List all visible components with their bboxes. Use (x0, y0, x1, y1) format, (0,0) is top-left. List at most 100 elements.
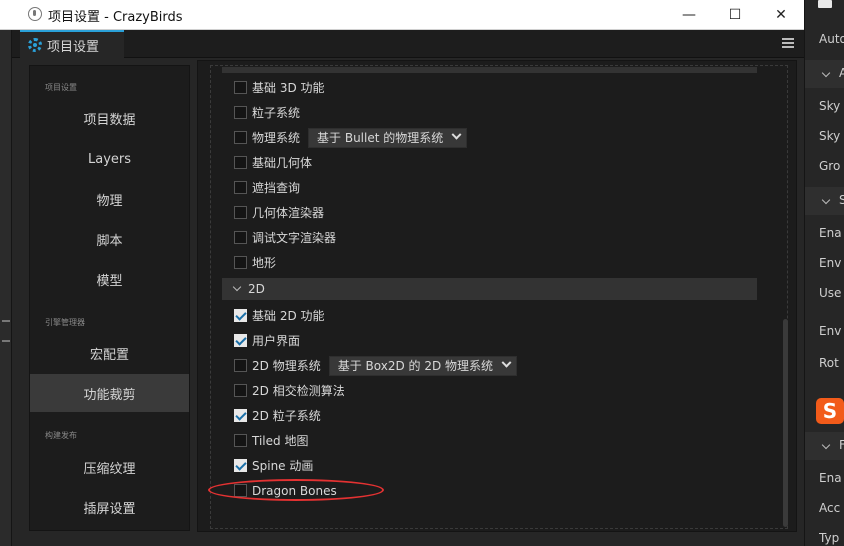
physics-backend-select[interactable]: 基于 Bullet 的物理系统 (308, 127, 468, 148)
feature-row: Tiled 地图 (234, 428, 308, 453)
checkbox[interactable] (234, 359, 247, 372)
checkbox[interactable] (234, 206, 247, 219)
gear-icon (28, 38, 42, 52)
sidebar-item-physics[interactable]: 物理 (30, 180, 189, 218)
inspector-section-header[interactable]: S (805, 187, 844, 215)
left-strip-mark (2, 340, 10, 342)
sidebar-item-scripts[interactable]: 脚本 (30, 220, 189, 258)
sidebar-item-layers[interactable]: Layers (30, 140, 189, 178)
checkbox[interactable] (234, 484, 247, 497)
feature-label: 2D 物理系统 (252, 359, 321, 373)
feature-row: 用户界面 (234, 328, 300, 353)
sidebar-item-feature-crop[interactable]: 功能裁剪 (30, 374, 189, 412)
app-icon (28, 7, 42, 21)
project-settings-window: 项目设置 - CrazyBirds — ☐ ✕ 项目设置 项目设置 项目数据 L… (0, 0, 816, 546)
inspector-header-text: A (839, 66, 844, 80)
checkbox[interactable] (234, 334, 247, 347)
chevron-down-icon (451, 129, 462, 140)
maximize-button[interactable]: ☐ (712, 0, 758, 30)
window-title: 项目设置 - CrazyBirds (48, 10, 183, 25)
feature-row: 几何体渲染器 (234, 200, 324, 225)
checkbox[interactable] (234, 459, 247, 472)
section-header-2d[interactable]: 2D (222, 278, 757, 300)
checkbox[interactable] (234, 81, 247, 94)
inspector-section-header[interactable]: F (805, 432, 844, 460)
feature-row: 基础 2D 功能 (234, 303, 325, 328)
inspector-header-text: F (839, 438, 844, 452)
inspector-header-text: S (839, 193, 844, 207)
feature-row: 2D 粒子系统 (234, 403, 321, 428)
inspector-label: Rot (819, 356, 839, 370)
checkbox[interactable] (234, 181, 247, 194)
scrollbar[interactable] (783, 319, 788, 527)
title-bar[interactable]: 项目设置 - CrazyBirds — ☐ ✕ (0, 0, 816, 30)
feature-label: 2D 粒子系统 (252, 409, 321, 423)
feature-label: 调试文字渲染器 (252, 231, 337, 245)
feature-label: 几何体渲染器 (252, 206, 325, 220)
left-strip-mark (2, 320, 10, 322)
feature-row: 地形 (234, 250, 276, 275)
inspector-label: Sky (819, 99, 841, 113)
inspector-strip: Auto A Sky Sky Gro S Ena Env Use Env Rot… (804, 0, 844, 546)
inspector-label: Auto (819, 32, 844, 46)
sidebar-item-splash-settings[interactable]: 插屏设置 (30, 488, 189, 526)
editor-left-strip (0, 30, 12, 546)
checkbox[interactable] (234, 231, 247, 244)
physics-2d-backend-select[interactable]: 基于 Box2D 的 2D 物理系统 (328, 355, 518, 376)
feature-row: 遮挡查询 (234, 175, 300, 200)
chevron-down-icon (821, 195, 831, 205)
feature-label: 2D 相交检测算法 (252, 384, 345, 398)
inspector-label: Sky (819, 129, 841, 143)
sidebar-item-project-data[interactable]: 项目数据 (30, 99, 189, 137)
feature-label: 基础几何体 (252, 156, 313, 170)
feature-row: Dragon Bones (234, 478, 337, 503)
checkbox[interactable] (234, 384, 247, 397)
inspector-checkbox[interactable] (818, 0, 832, 8)
feature-label: 遮挡查询 (252, 181, 301, 195)
inspector-label: Env (819, 256, 842, 270)
sidebar-item-models[interactable]: 模型 (30, 260, 189, 298)
feature-label: Tiled 地图 (252, 434, 309, 448)
section-title: 2D (248, 282, 265, 296)
feature-row: 基础 3D 功能 (234, 75, 325, 100)
section-header-3d (222, 67, 757, 73)
feature-row: 2D 物理系统 基于 Box2D 的 2D 物理系统 (234, 353, 518, 378)
tab-bar: 项目设置 (12, 30, 804, 58)
minimize-button[interactable]: — (666, 0, 712, 30)
feature-row: 调试文字渲染器 (234, 225, 336, 250)
feature-crop-panel: 基础 3D 功能 粒子系统 物理系统 基于 Bullet 的物理系统 基础几何体 (197, 60, 797, 532)
tab-project-settings[interactable]: 项目设置 (20, 30, 124, 58)
checkbox[interactable] (234, 131, 247, 144)
feature-label: 地形 (252, 256, 277, 270)
chevron-down-icon (501, 357, 512, 368)
feature-label: Spine 动画 (252, 459, 314, 473)
checkbox[interactable] (234, 434, 247, 447)
checkbox[interactable] (234, 106, 247, 119)
feature-label: Dragon Bones (252, 483, 337, 498)
inspector-section-header[interactable]: A (805, 60, 844, 88)
inspector-label: Acc (819, 501, 841, 515)
screen: 项目设置 - CrazyBirds — ☐ ✕ 项目设置 项目设置 项目数据 L… (0, 0, 844, 546)
chevron-down-icon (232, 282, 242, 292)
feature-label: 基础 2D 功能 (252, 309, 325, 323)
inspector-label: Gro (819, 159, 841, 173)
feature-label: 用户界面 (252, 334, 301, 348)
checkbox[interactable] (234, 256, 247, 269)
inspector-label: Typ (819, 531, 840, 545)
feature-label: 基础 3D 功能 (252, 81, 325, 95)
inspector-label: Use (819, 286, 842, 300)
close-button[interactable]: ✕ (758, 0, 804, 30)
sidebar-item-texture-compression[interactable]: 压缩纹理 (30, 448, 189, 486)
hamburger-menu-icon[interactable] (782, 38, 794, 48)
sogou-logo-icon: S (816, 398, 844, 424)
checkbox[interactable] (234, 409, 247, 422)
checkbox[interactable] (234, 309, 247, 322)
feature-row: 基础几何体 (234, 150, 312, 175)
feature-row: 物理系统 基于 Bullet 的物理系统 (234, 125, 468, 150)
inspector-label: Ena (819, 226, 842, 240)
chevron-down-icon (821, 68, 831, 78)
select-value: 基于 Box2D 的 2D 物理系统 (337, 359, 494, 373)
sidebar-item-macro-config[interactable]: 宏配置 (30, 334, 189, 372)
feature-row: 粒子系统 (234, 100, 300, 125)
checkbox[interactable] (234, 156, 247, 169)
